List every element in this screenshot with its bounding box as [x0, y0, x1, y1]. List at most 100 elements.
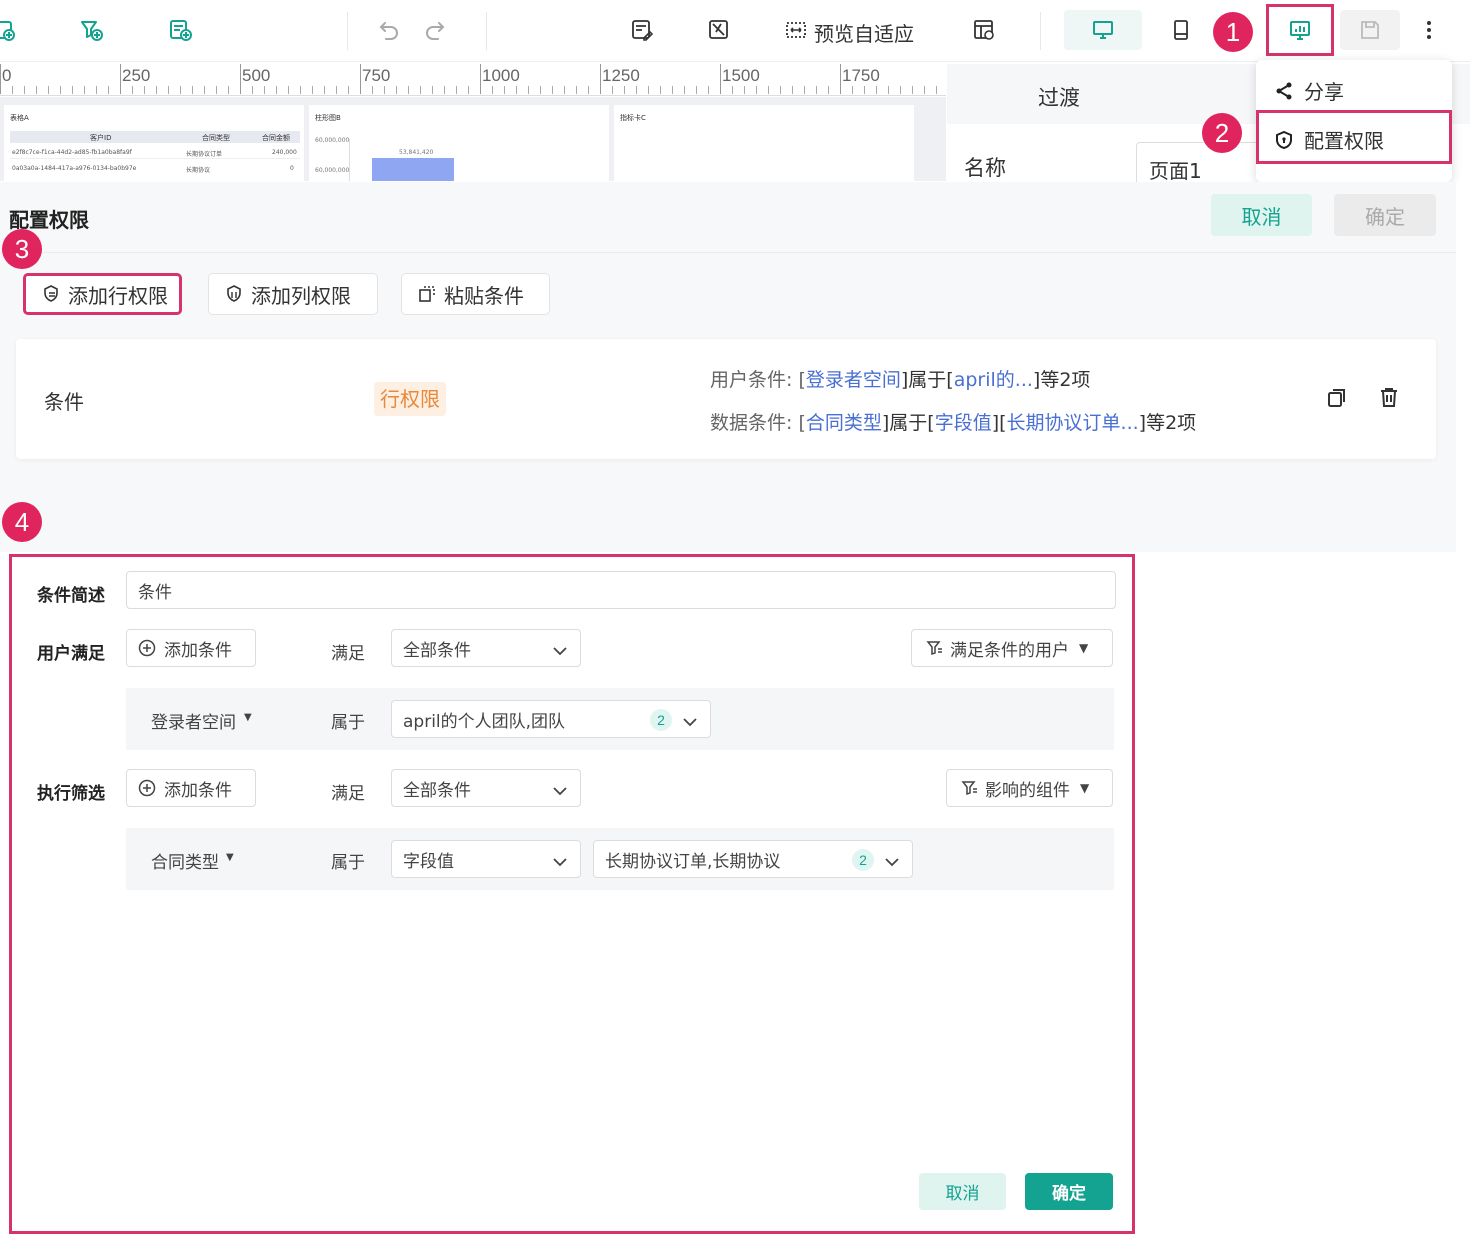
ruler-tick — [144, 86, 145, 94]
name-label: 名称 — [964, 156, 1006, 180]
user-row-value-select[interactable]: april的个人团队,团队 2 — [391, 700, 711, 738]
summary-link[interactable]: 合同类型 — [806, 412, 882, 434]
ruler-tick — [216, 86, 217, 94]
ruler-tick — [468, 86, 469, 94]
desktop-view-button[interactable] — [1064, 10, 1142, 50]
summary-text: 用户条件: [ — [710, 369, 806, 391]
ruler-tick — [564, 86, 565, 94]
tab-transition[interactable]: 过渡 — [947, 64, 1173, 124]
add-column-permission-button[interactable]: 添加列权限 — [208, 273, 378, 315]
user-match-value: 全部条件 — [403, 640, 471, 661]
delete-icon[interactable] — [1378, 386, 1400, 408]
publish-dropdown-menu: 分享 配置权限 — [1256, 60, 1452, 182]
condition-card[interactable]: 条件 行权限 用户条件: [登录者空间]属于[april的...]等2项 数据条… — [16, 339, 1436, 459]
caret-down-icon[interactable]: ▼ — [244, 712, 252, 723]
layout-icon[interactable] — [972, 18, 996, 42]
summary-link[interactable]: april的... — [954, 369, 1033, 391]
editor-cancel-button[interactable]: 取消 — [919, 1173, 1006, 1210]
menu-item-config-permission-label: 配置权限 — [1304, 129, 1384, 153]
mobile-icon[interactable] — [1169, 18, 1193, 42]
summary-link[interactable]: 登录者空间 — [806, 369, 901, 391]
exec-meet-text: 满足 — [331, 784, 365, 804]
qualified-users-button[interactable]: 满足条件的用户 ▼ — [911, 629, 1113, 667]
exec-add-condition-button[interactable]: 添加条件 — [126, 769, 256, 807]
ruler-label: 1250 — [602, 66, 640, 85]
undo-icon[interactable] — [377, 18, 401, 42]
ruler-tick — [804, 86, 805, 94]
condition-desc-input[interactable]: 条件 — [126, 571, 1116, 609]
ruler-tick — [888, 86, 889, 94]
panel-cancel-button[interactable]: 取消 — [1211, 194, 1312, 236]
more-icon[interactable] — [1417, 18, 1441, 42]
panel-confirm-button[interactable]: 确定 — [1334, 194, 1436, 236]
summary-text: ][ — [991, 412, 1007, 434]
menu-item-config-permission[interactable]: 配置权限 — [1274, 125, 1384, 154]
user-row-field[interactable]: 登录者空间 — [151, 708, 236, 733]
save-icon — [1358, 18, 1382, 42]
user-meet-text: 满足 — [331, 644, 365, 664]
save-button[interactable] — [1340, 10, 1400, 50]
ruler-tick — [924, 86, 925, 94]
toolbar: 预览自适应 1 — [0, 0, 1470, 62]
add-component-icon[interactable] — [0, 18, 16, 42]
summary-link[interactable]: 长期协议订单... — [1007, 412, 1139, 434]
ruler-tick — [588, 86, 589, 94]
user-row-belongs: 属于 — [331, 713, 365, 733]
exec-match-select[interactable]: 全部条件 — [391, 769, 581, 807]
exec-row-belongs: 属于 — [331, 853, 365, 873]
ruler-tick — [168, 86, 169, 94]
ruler-tick — [684, 86, 685, 94]
user-match-select[interactable]: 全部条件 — [391, 629, 581, 667]
caret-down-icon[interactable]: ▼ — [226, 852, 234, 863]
bar-chart-card-b[interactable]: 柱形图B 60,000,000 60,000,000 53,841,420 — [309, 105, 609, 181]
ruler-tick — [636, 86, 637, 94]
chevron-down-icon — [552, 782, 568, 802]
edit-report-icon[interactable] — [630, 18, 654, 42]
add-row-permission-button[interactable]: 添加行权限 — [23, 273, 182, 315]
user-add-condition-button[interactable]: 添加条件 — [126, 629, 256, 667]
copy-icon[interactable] — [1326, 387, 1348, 409]
add-filter-icon[interactable] — [79, 18, 103, 42]
add-table-icon[interactable] — [168, 18, 192, 42]
paste-condition-button[interactable]: 粘贴条件 — [401, 273, 550, 315]
ruler-tick — [840, 64, 841, 94]
user-condition-summary: 用户条件: [登录者空间]属于[april的...]等2项 — [710, 365, 1090, 392]
summary-link[interactable]: 字段值 — [935, 412, 992, 434]
table-cell: 240,000 — [272, 149, 297, 156]
ruler-tick — [900, 86, 901, 94]
ruler-tick — [612, 86, 613, 94]
publish-icon[interactable] — [1288, 18, 1312, 42]
redo-icon[interactable] — [423, 18, 447, 42]
ruler-tick — [396, 86, 397, 94]
chart-bar — [372, 158, 454, 181]
user-condition-row: 登录者空间 ▼ 属于 april的个人团队,团队 2 — [126, 688, 1114, 750]
selected-count-badge: 2 — [650, 709, 672, 731]
affected-components-button[interactable]: 影响的组件 ▼ — [946, 769, 1113, 807]
adaptive-icon[interactable] — [784, 18, 808, 42]
exec-match-value: 全部条件 — [403, 780, 471, 801]
preview-adaptive-label[interactable]: 预览自适应 — [814, 18, 914, 47]
style-icon[interactable] — [707, 18, 731, 42]
ruler-tick — [420, 86, 421, 94]
menu-item-share[interactable]: 分享 — [1274, 76, 1344, 105]
exec-row-type-select[interactable]: 字段值 — [391, 840, 581, 878]
desktop-icon — [1091, 18, 1115, 42]
ruler-tick — [276, 86, 277, 94]
exec-row-value-select[interactable]: 长期协议订单,长期协议 2 — [593, 840, 913, 878]
table-card-a[interactable]: 表格A 客户ID 合同类型 合同金额 e2f8c7ce-f1ca-44d2-ad… — [4, 105, 304, 181]
exec-row-field[interactable]: 合同类型 — [151, 848, 219, 873]
table-cell: e2f8c7ce-f1ca-44d2-ad85-fb1a0ba8fa9f — [12, 149, 132, 156]
table-row: e2f8c7ce-f1ca-44d2-ad85-fb1a0ba8fa9f 长期协… — [10, 147, 300, 159]
ruler-tick — [504, 86, 505, 94]
ruler-tick — [204, 86, 205, 94]
summary-text: ]等2项 — [1032, 369, 1091, 391]
editor-confirm-button[interactable]: 确定 — [1025, 1173, 1113, 1210]
ruler-tick — [660, 86, 661, 94]
exec-row-value: 长期协议订单,长期协议 — [605, 851, 781, 872]
kpi-card-c[interactable]: 指标卡C — [614, 105, 914, 181]
config-permission-panel: 配置权限 取消 确定 3 添加行权限 添加列权限 粘贴条件 条件 行权限 用户条… — [0, 182, 1456, 552]
canvas-preview[interactable]: 表格A 客户ID 合同类型 合同金额 e2f8c7ce-f1ca-44d2-ad… — [0, 97, 946, 181]
ruler: 0 250 500 750 1000 1250 1500 1750 — [0, 64, 946, 96]
ruler-tick — [312, 86, 313, 94]
ruler-tick — [756, 86, 757, 94]
